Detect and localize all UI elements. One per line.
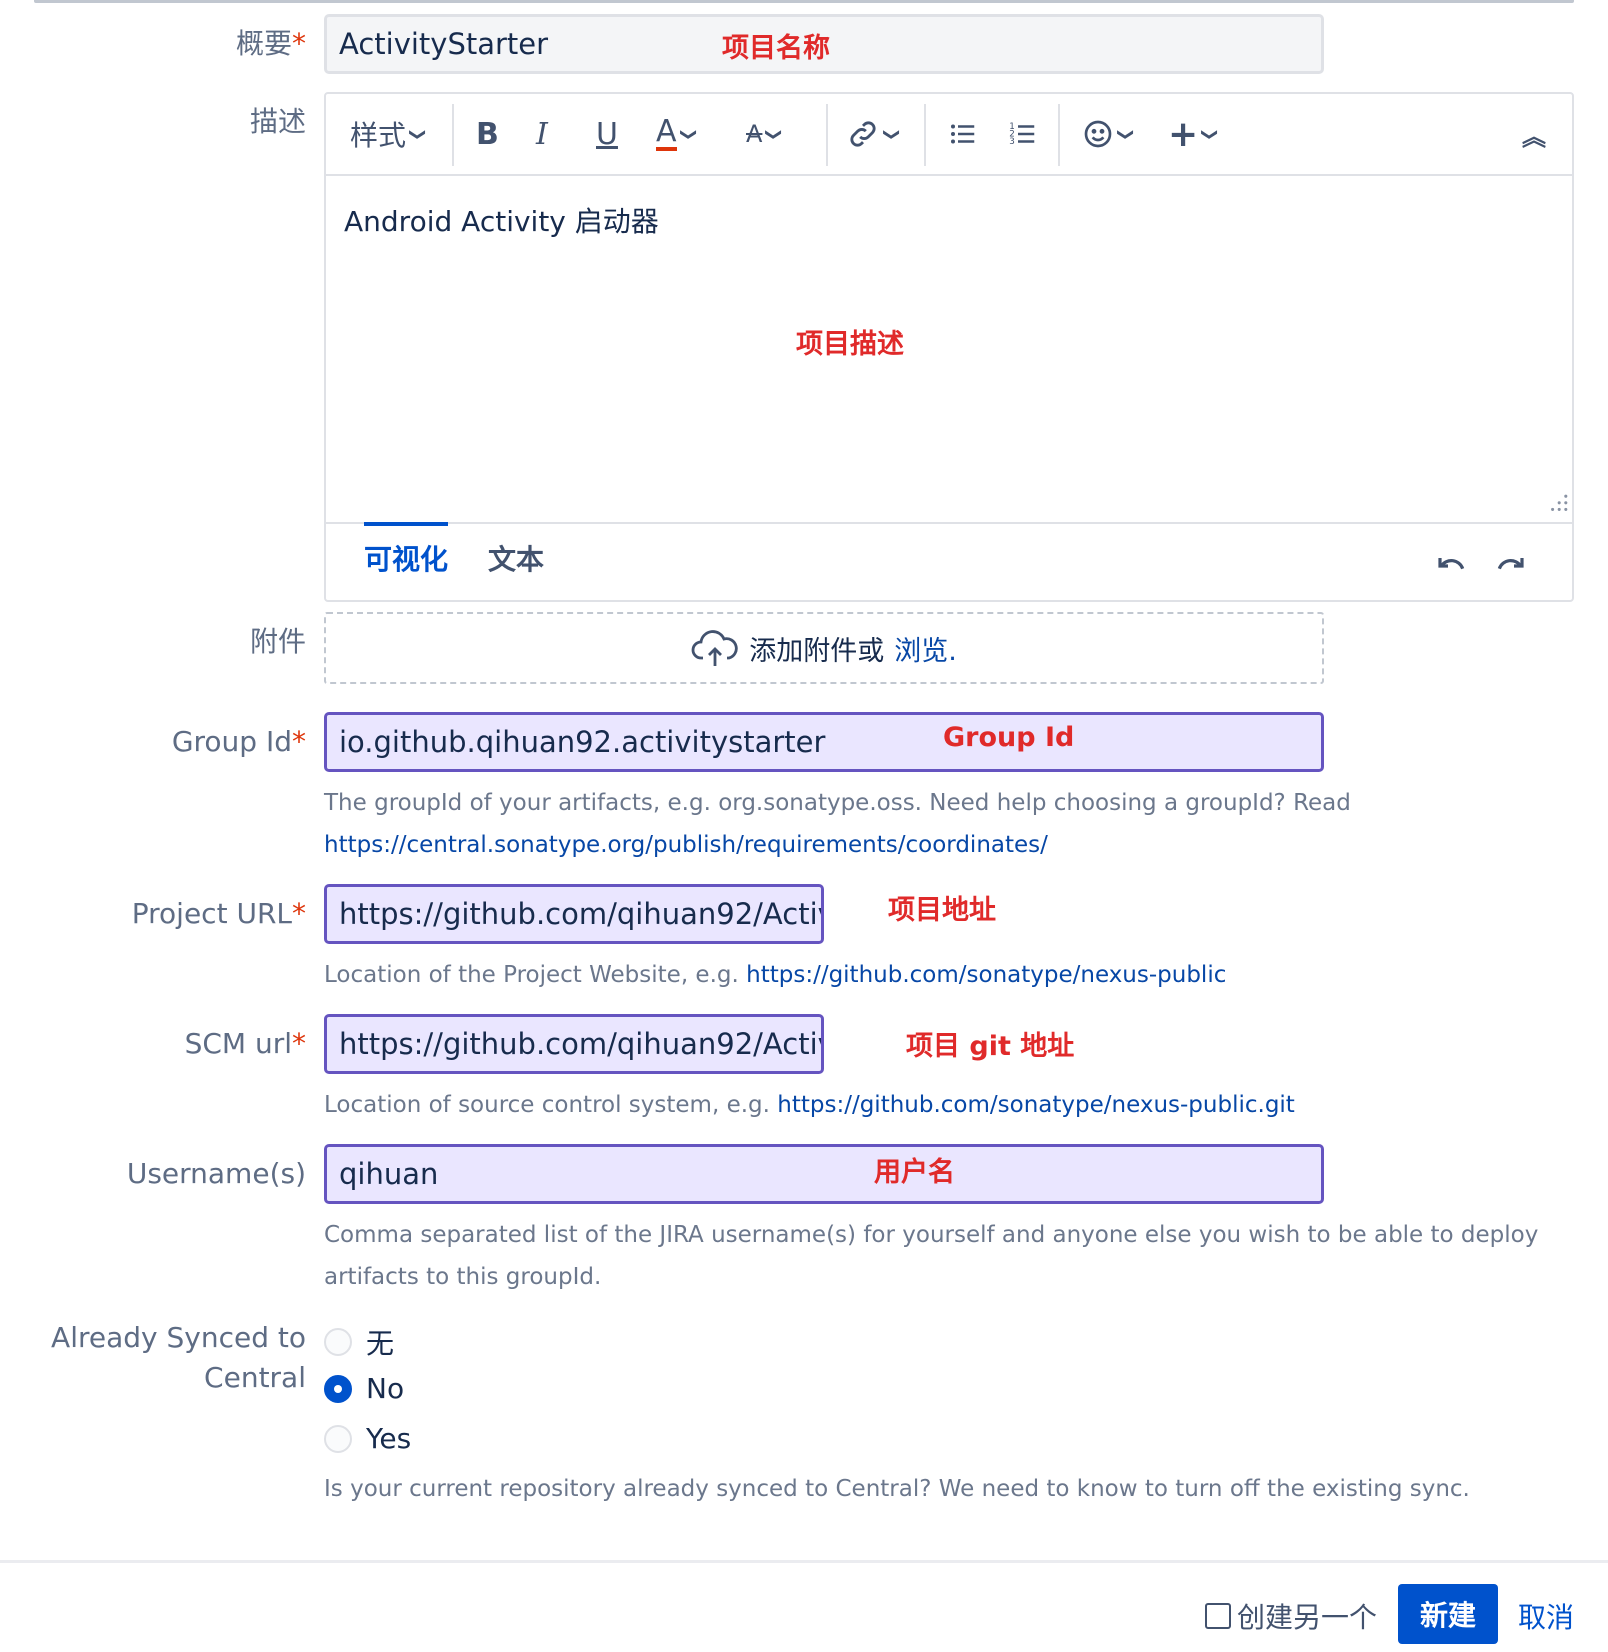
group-id-input[interactable]: io.github.qihuan92.activitystarter: [324, 712, 1324, 772]
text-format-icon[interactable]: A ❯: [746, 108, 785, 160]
group-id-label: Group Id*: [171, 725, 306, 758]
plus-icon[interactable]: + ❯: [1168, 108, 1221, 160]
undo-icon[interactable]: [1436, 550, 1468, 574]
scm-url-label: SCM url*: [184, 1027, 306, 1060]
radio-button[interactable]: [324, 1328, 352, 1356]
editor-mode-bar: 可视化 文本: [326, 522, 1572, 602]
usernames-help-line1: Comma separated list of the JIRA usernam…: [324, 1222, 1539, 1248]
bold-icon[interactable]: B: [476, 108, 499, 160]
style-dropdown[interactable]: 样式 ❯: [350, 108, 429, 160]
synced-help: Is your current repository already synce…: [324, 1476, 1470, 1502]
top-divider: [34, 0, 1574, 3]
radio-option-yes[interactable]: Yes: [324, 1422, 411, 1455]
usernames-help-line2: artifacts to this groupId.: [324, 1264, 602, 1290]
summary-label: 概要*: [235, 27, 306, 60]
description-label: 描述: [249, 105, 306, 138]
svg-text:3: 3: [1009, 137, 1015, 147]
bullet-list-icon[interactable]: [948, 108, 978, 160]
description-annotation: 项目描述: [796, 329, 904, 360]
scm-url-annotation: 项目 git 地址: [906, 1031, 1075, 1062]
attachment-label: 附件: [249, 625, 306, 658]
usernames-input[interactable]: qihuan: [324, 1144, 1324, 1204]
create-another-checkbox[interactable]: 创建另一个: [1205, 1596, 1377, 1636]
footer-divider: [0, 1560, 1608, 1563]
chevron-down-icon: ❯: [1117, 127, 1137, 141]
chevron-down-icon: ❯: [409, 127, 429, 141]
scm-url-help-link[interactable]: https://github.com/sonatype/nexus-public…: [777, 1092, 1295, 1118]
underline-icon[interactable]: U: [596, 108, 618, 160]
create-button[interactable]: 新建: [1398, 1584, 1498, 1644]
emoji-icon[interactable]: ❯: [1082, 108, 1137, 160]
rich-text-editor: 样式 ❯ B I U A ❯ A ❯ ❯ 123 ❯ + ❯ ︽ Android Act…: [324, 92, 1574, 602]
chevron-down-icon: ❯: [883, 127, 903, 141]
scm-url-help: Location of source control system, e.g. …: [324, 1092, 1295, 1118]
usernames-label: Username(s): [126, 1157, 306, 1190]
checkbox[interactable]: [1205, 1603, 1231, 1629]
resize-handle-icon[interactable]: [1546, 494, 1568, 516]
radio-button-checked[interactable]: [324, 1374, 352, 1403]
chevron-down-icon: ❯: [765, 127, 785, 141]
project-url-label: Project URL*: [131, 897, 306, 930]
synced-label-line2: Central: [204, 1361, 306, 1394]
attachment-dropzone[interactable]: 添加附件或 浏览.: [324, 612, 1324, 684]
editor-content[interactable]: Android Activity 启动器: [344, 200, 659, 240]
browse-link[interactable]: 浏览.: [894, 629, 957, 668]
project-url-help-link[interactable]: https://github.com/sonatype/nexus-public: [746, 962, 1226, 988]
group-id-help: The groupId of your artifacts, e.g. org.…: [324, 790, 1351, 816]
link-icon[interactable]: ❯: [846, 108, 903, 160]
synced-label-line1: Already Synced to: [51, 1321, 306, 1354]
chevron-down-icon: ❯: [679, 127, 699, 141]
tab-visual[interactable]: 可视化: [364, 522, 449, 578]
radio-button[interactable]: [324, 1424, 352, 1453]
numbered-list-icon[interactable]: 123: [1008, 108, 1038, 160]
group-id-annotation: Group Id: [943, 722, 1075, 753]
italic-icon[interactable]: I: [536, 108, 548, 160]
tab-text[interactable]: 文本: [488, 538, 544, 578]
cancel-button[interactable]: 取消: [1518, 1596, 1574, 1636]
text-color-icon[interactable]: A ❯: [656, 108, 699, 160]
summary-annotation: 项目名称: [722, 33, 830, 64]
chevron-down-icon: ❯: [1201, 127, 1221, 141]
redo-icon[interactable]: [1494, 550, 1526, 574]
editor-toolbar: 样式 ❯ B I U A ❯ A ❯ ❯ 123 ❯ + ❯ ︽: [326, 94, 1572, 176]
group-id-help-link[interactable]: https://central.sonatype.org/publish/req…: [324, 824, 1048, 866]
usernames-annotation: 用户名: [874, 1157, 955, 1188]
project-url-annotation: 项目地址: [888, 895, 996, 926]
scm-url-input[interactable]: https://github.com/qihuan92/ActivityS: [324, 1014, 824, 1074]
radio-option-no[interactable]: No: [324, 1372, 404, 1405]
collapse-toolbar-icon[interactable]: ︽: [1522, 108, 1546, 160]
project-url-help: Location of the Project Website, e.g. ht…: [324, 962, 1227, 988]
cloud-upload-icon: [691, 630, 738, 666]
attachment-text: 添加附件或: [749, 635, 885, 667]
radio-option-none[interactable]: 无: [324, 1322, 394, 1362]
project-url-input[interactable]: https://github.com/qihuan92/ActivityS: [324, 884, 824, 944]
